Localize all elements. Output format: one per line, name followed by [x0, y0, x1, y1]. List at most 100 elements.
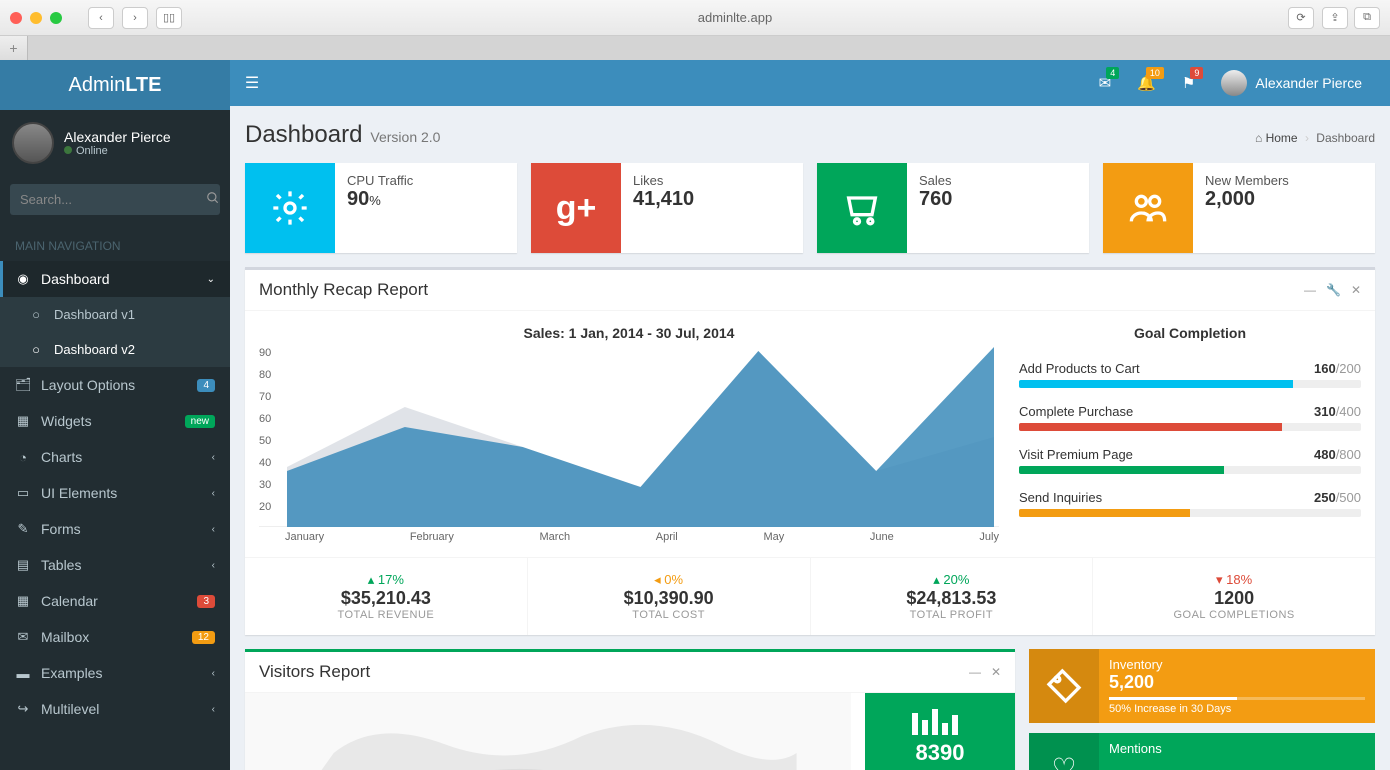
sidebar-item-dashboard[interactable]: ◉ Dashboard ⌄ [0, 261, 230, 297]
sidebar-item-dashboard-v2[interactable]: ○ Dashboard v2 [0, 332, 230, 367]
box-title: Visitors Report [259, 662, 370, 682]
chevron-down-icon: ⌄ [207, 274, 215, 285]
sidebar-item-ui-elements[interactable]: ▭UI Elements‹ [0, 475, 230, 511]
sidebar-item-label: Multilevel [41, 701, 99, 717]
menu-toggle-button[interactable]: ☰ [230, 73, 274, 93]
progress-bar [1019, 509, 1190, 517]
sidebar-item-examples[interactable]: ▬Examples‹ [0, 655, 230, 691]
brand-logo[interactable]: AdminLTE [0, 60, 230, 110]
inventory-box[interactable]: Inventory 5,200 50% Increase in 30 Days [1029, 649, 1375, 723]
sidebar-item-mailbox[interactable]: ✉Mailbox12 [0, 619, 230, 655]
share-button[interactable]: ⇪ [1322, 7, 1348, 29]
notifications-button[interactable]: 🔔10 [1125, 60, 1168, 106]
visitors-value: 8390 [877, 740, 1003, 766]
search-input[interactable] [10, 184, 206, 215]
sidebar-item-widgets[interactable]: ▦Widgetsnew [0, 403, 230, 439]
stat-label: TOTAL REVENUE [253, 609, 519, 621]
info-box-2[interactable]: Sales 760 [817, 163, 1089, 253]
stat-value: $35,210.43 [253, 588, 519, 609]
stat-delta: ◂ 0% [536, 572, 802, 588]
gear-icon [245, 163, 335, 253]
browser-toolbar: ‹ › ▯▯ adminlte.app ⟳ ⇪ ⧉ [0, 0, 1390, 36]
stat-item: ▾ 18% 1200 GOAL COMPLETIONS [1093, 558, 1375, 635]
badge: 10 [1146, 67, 1164, 79]
avatar[interactable] [12, 122, 54, 164]
minimize-window-icon[interactable] [30, 12, 42, 24]
tabs-button[interactable]: ⧉ [1354, 7, 1380, 29]
sidebar-toggle-button[interactable]: ▯▯ [156, 7, 182, 29]
close-window-icon[interactable] [10, 12, 22, 24]
circle-icon: ○ [28, 342, 44, 357]
sidebar-item-label: Dashboard v1 [54, 307, 135, 322]
goal-value: 160 [1314, 361, 1336, 376]
brand-bold: LTE [125, 74, 161, 97]
user-menu[interactable]: Alexander Pierce [1209, 70, 1374, 96]
messages-button[interactable]: ✉4 [1087, 60, 1124, 106]
info-box-1[interactable]: g+ Likes 41,410 [531, 163, 803, 253]
settings-button[interactable]: 🔧 [1326, 283, 1341, 297]
sidebar-item-layout-options[interactable]: 🗂Layout Options4 [0, 367, 230, 403]
smallbox-sub: 50% Increase in 30 Days [1109, 703, 1365, 715]
sidebar-item-label: Dashboard [41, 271, 110, 287]
tasks-button[interactable]: ⚑9 [1170, 60, 1207, 106]
sidebar-item-label: Charts [41, 449, 82, 465]
sidebar-item-label: Layout Options [41, 377, 135, 393]
visitors-stat: 8390 [865, 693, 1015, 770]
envelope-icon: ✉ [15, 629, 31, 645]
goal-item: Visit Premium Page 480/800 [1019, 447, 1361, 474]
sidebar-header: MAIN NAVIGATION [0, 229, 230, 261]
calendar-icon: ▦ [15, 593, 31, 609]
sidebar-item-label: Examples [41, 665, 102, 681]
goal-value: 480 [1314, 447, 1336, 462]
stat-label: TOTAL PROFIT [819, 609, 1085, 621]
url-field[interactable]: adminlte.app [698, 10, 772, 25]
sidebar-item-multilevel[interactable]: ↪Multilevel‹ [0, 691, 230, 727]
forward-button[interactable]: › [122, 7, 148, 29]
close-button[interactable]: ✕ [991, 665, 1001, 679]
sidebar-item-forms[interactable]: ✎Forms‹ [0, 511, 230, 547]
stat-delta: ▴ 20% [819, 572, 1085, 588]
breadcrumb-home[interactable]: Home [1266, 131, 1298, 145]
info-box-0[interactable]: CPU Traffic 90% [245, 163, 517, 253]
th-icon: ▦ [15, 413, 31, 429]
stat-item: ▴ 20% $24,813.53 TOTAL PROFIT [811, 558, 1094, 635]
stat-delta: ▾ 18% [1101, 572, 1367, 588]
goal-item: Send Inquiries 250/500 [1019, 490, 1361, 517]
info-box-value: 41,410 [633, 188, 694, 211]
collapse-button[interactable]: — [1304, 283, 1316, 297]
heart-icon: ♡ [1029, 733, 1099, 770]
goal-title: Goal Completion [1019, 325, 1361, 341]
sidebar-item-charts[interactable]: ◔Charts‹ [0, 439, 230, 475]
back-button[interactable]: ‹ [88, 7, 114, 29]
goal-label: Add Products to Cart [1019, 361, 1140, 376]
tab-strip: + [0, 36, 1390, 60]
sidebar-item-tables[interactable]: ▤Tables‹ [0, 547, 230, 583]
chart-title: Sales: 1 Jan, 2014 - 30 Jul, 2014 [259, 325, 999, 341]
world-map[interactable] [245, 693, 851, 770]
files-icon: 🗂 [15, 377, 31, 393]
sidebar-item-label: Tables [41, 557, 81, 573]
new-tab-button[interactable]: + [0, 36, 28, 60]
folder-icon: ▬ [15, 666, 31, 681]
goal-label: Send Inquiries [1019, 490, 1102, 505]
mentions-box[interactable]: ♡ Mentions [1029, 733, 1375, 770]
chevron-left-icon: ‹ [212, 488, 215, 499]
goal-max: /200 [1336, 361, 1361, 376]
maximize-window-icon[interactable] [50, 12, 62, 24]
goal-max: /500 [1336, 490, 1361, 505]
progress-bar [1019, 380, 1293, 388]
stat-item: ▴ 17% $35,210.43 TOTAL REVENUE [245, 558, 528, 635]
sales-chart: 9080706050403020 [259, 347, 999, 527]
sidebar-item-dashboard-v1[interactable]: ○ Dashboard v1 [0, 297, 230, 332]
circle-icon: ○ [28, 307, 44, 322]
sidebar-item-calendar[interactable]: ▦Calendar3 [0, 583, 230, 619]
edit-icon: ✎ [15, 521, 31, 537]
info-box-value: 2,000 [1205, 188, 1289, 211]
close-button[interactable]: ✕ [1351, 283, 1361, 297]
goal-item: Add Products to Cart 160/200 [1019, 361, 1361, 388]
info-box-3[interactable]: New Members 2,000 [1103, 163, 1375, 253]
reload-button[interactable]: ⟳ [1288, 7, 1314, 29]
info-box-label: Sales [919, 173, 952, 188]
search-button[interactable] [206, 184, 220, 215]
collapse-button[interactable]: — [969, 665, 981, 679]
